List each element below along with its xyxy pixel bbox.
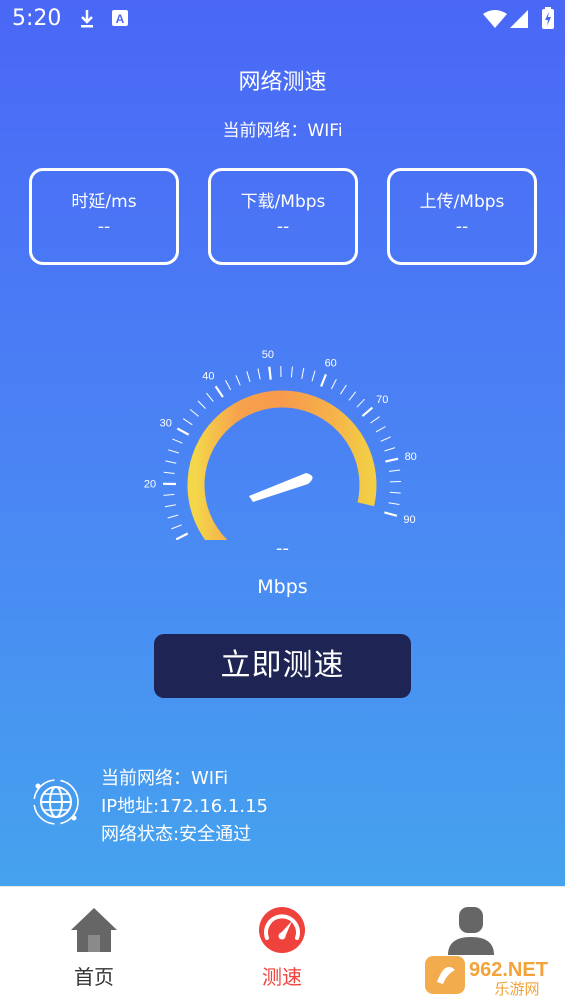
gauge-minor-tick	[389, 491, 401, 494]
gauge-minor-tick	[375, 426, 386, 433]
tab-home[interactable]: 首页	[34, 887, 154, 1004]
site-watermark: 962.NET 乐游网	[425, 956, 548, 998]
gauge-minor-tick	[235, 375, 241, 386]
page-title: 网络测速	[238, 70, 327, 95]
gauge-minor-tick	[172, 438, 183, 444]
gauge-minor-tick	[246, 371, 251, 382]
download-icon	[81, 10, 93, 28]
profile-icon	[448, 907, 494, 955]
gauge-minor-tick	[311, 370, 316, 382]
gauge-minor-tick	[171, 524, 182, 530]
gauge-scale-label: 70	[376, 394, 388, 406]
current-network-label: 当前网络：WIFi	[222, 121, 343, 141]
info-network: 当前网络：WIFi	[101, 768, 229, 789]
gauge-minor-tick	[163, 493, 175, 496]
svg-text:A: A	[116, 12, 125, 26]
start-test-button[interactable]: 立即测速	[154, 634, 411, 698]
upload-value: --	[455, 217, 469, 237]
signal-icon	[510, 10, 528, 28]
status-bar: 5:20 A	[0, 0, 565, 38]
gauge-arc	[187, 390, 377, 540]
gauge-minor-tick	[389, 469, 401, 472]
upload-label: 上传/Mbps	[419, 192, 505, 212]
gauge-minor-tick	[163, 471, 175, 474]
gauge-minor-tick	[388, 502, 400, 505]
info-network-status: 网络状态:安全通过	[101, 824, 252, 845]
gauge-minor-tick	[168, 449, 179, 454]
gauge-minor-tick	[370, 416, 380, 424]
gauge-minor-tick	[167, 514, 179, 519]
gauge-minor-tick	[165, 460, 177, 464]
gauge-major-tick	[214, 385, 224, 398]
watermark-sub: 乐游网	[494, 980, 539, 998]
wifi-icon	[483, 10, 507, 28]
gauge-scale-label: 50	[262, 349, 274, 361]
tab-speed-test[interactable]: 测速	[222, 887, 342, 1004]
tab-home-label: 首页	[74, 965, 114, 989]
gauge-major-tick	[361, 406, 374, 417]
gauge-needle	[249, 473, 313, 502]
gauge-major-tick	[320, 373, 327, 387]
app-a-icon: A	[112, 10, 128, 26]
download-value: --	[276, 217, 290, 237]
globe-icon	[33, 779, 79, 825]
status-time: 5:20	[12, 6, 62, 31]
gauge-minor-tick	[340, 384, 347, 395]
gauge-minor-tick	[356, 398, 365, 408]
gauge-minor-tick	[197, 400, 206, 409]
gauge-minor-tick	[384, 447, 396, 452]
gauge-minor-tick	[380, 436, 392, 442]
speed-value: --	[276, 538, 289, 559]
gauge-scale-labels: 0102030405060708090	[144, 349, 417, 526]
gauge-minor-tick	[182, 418, 193, 426]
gauge-scale-label: 60	[325, 357, 337, 369]
download-card: 下载/Mbps --	[208, 168, 358, 265]
gauge-scale-label: 30	[160, 417, 172, 429]
battery-icon	[542, 7, 554, 29]
speedometer-icon	[259, 907, 305, 953]
latency-card: 时延/ms --	[29, 168, 179, 265]
gauge-minor-tick	[301, 367, 305, 379]
gauge-minor-tick	[164, 504, 176, 508]
gauge-major-tick	[384, 511, 398, 517]
gauge-minor-tick	[206, 392, 214, 402]
gauge-scale-label: 40	[202, 370, 214, 382]
gauge-major-tick	[176, 427, 190, 436]
download-label: 下载/Mbps	[240, 192, 326, 212]
gauge-major-tick	[385, 457, 399, 463]
gauge-scale-label: 80	[405, 451, 417, 463]
latency-label: 时延/ms	[71, 192, 137, 212]
latency-value: --	[97, 217, 111, 237]
gauge-minor-tick	[189, 409, 199, 417]
watermark-brand: 962.NET	[469, 959, 548, 981]
gauge-minor-tick	[330, 378, 337, 390]
speed-test-screen: 5:20 A 网络测速 当前网络：WIFi 时延/ms -- 下载/Mbps -…	[0, 0, 565, 886]
gauge-minor-tick	[290, 366, 293, 378]
gauge-major-tick	[268, 366, 272, 380]
upload-card: 上传/Mbps --	[387, 168, 537, 265]
gauge-minor-tick	[348, 391, 357, 401]
home-icon	[71, 908, 117, 952]
tab-speed-test-label: 测速	[262, 965, 302, 989]
gauge-scale-label: 90	[403, 514, 415, 526]
gauge-scale-label: 20	[144, 479, 156, 491]
info-ip-address: IP地址:172.16.1.15	[101, 796, 269, 817]
gauge-minor-tick	[225, 380, 232, 391]
speed-gauge: 0102030405060708090	[144, 349, 417, 540]
gauge-minor-tick	[257, 368, 261, 380]
speed-unit: Mbps	[257, 576, 308, 598]
